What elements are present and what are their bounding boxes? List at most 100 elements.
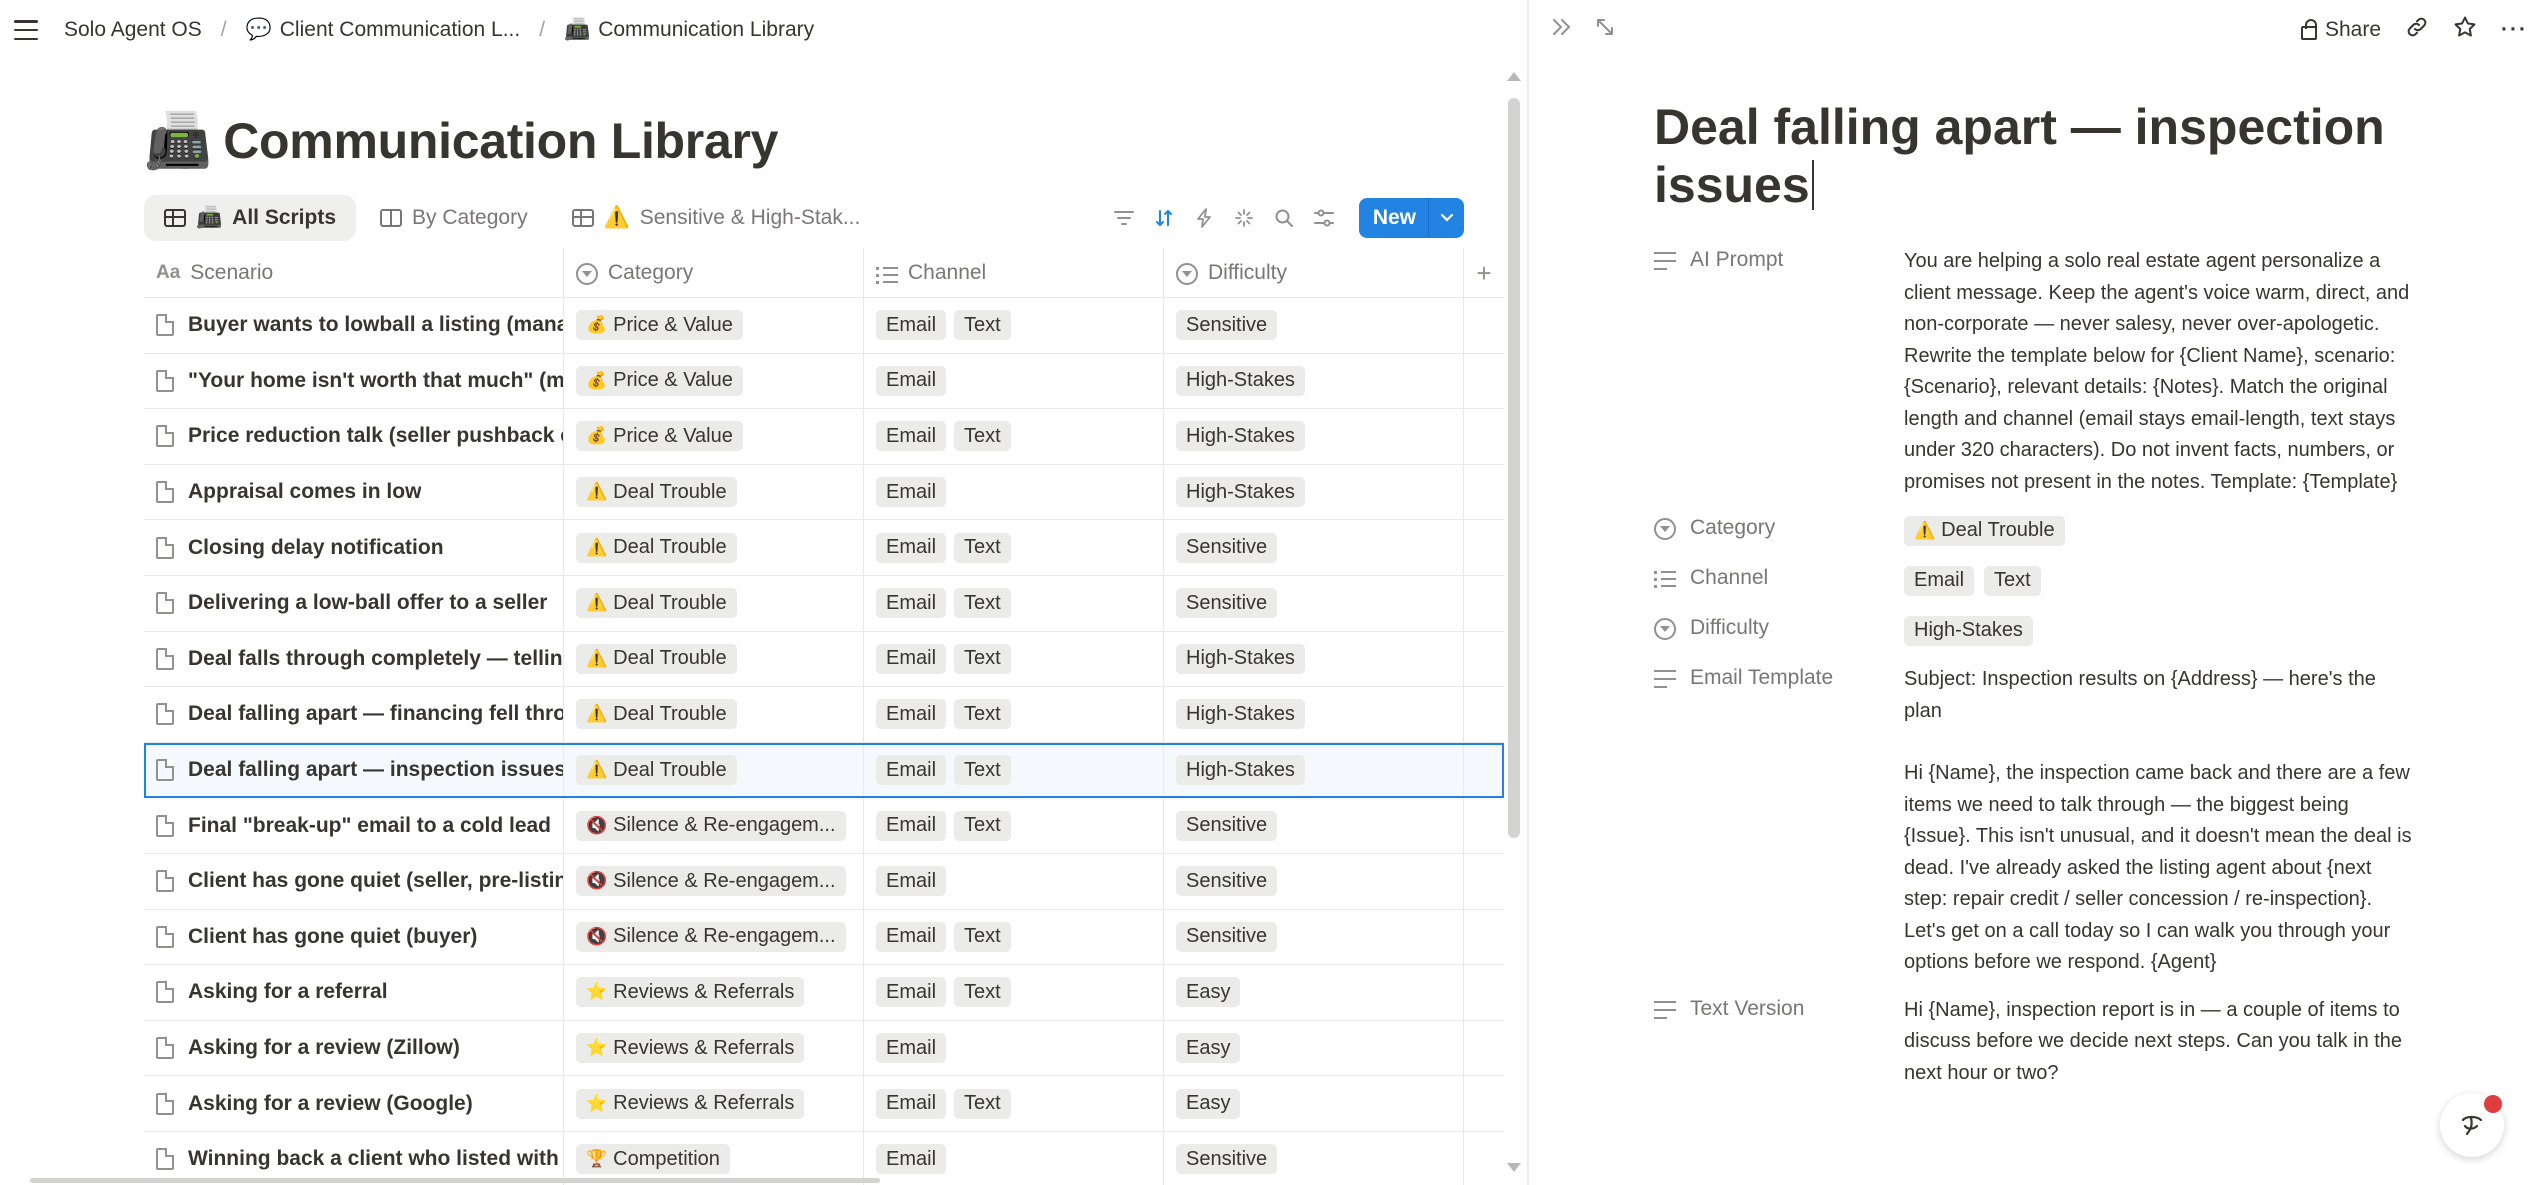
cell-category[interactable]: ⭐ Reviews & Referrals: [564, 1076, 864, 1131]
cell-scenario[interactable]: Delivering a low-ball offer to a seller: [144, 575, 564, 631]
scenario-name[interactable]: Deal falling apart — financing fell thro…: [188, 702, 563, 726]
cell-channel[interactable]: Email: [864, 464, 1164, 520]
cell-scenario[interactable]: Client has gone quiet (buyer): [144, 909, 564, 965]
cell-difficulty[interactable]: Sensitive: [1164, 575, 1464, 631]
cell-scenario[interactable]: Deal falls through completely — telling: [144, 631, 564, 687]
property-label[interactable]: Email Template: [1690, 666, 1833, 690]
scroll-up-arrow-icon[interactable]: [1507, 72, 1521, 81]
cell-category[interactable]: ⚠️ Deal Trouble: [564, 687, 864, 742]
cell-scenario[interactable]: "Your home isn't worth that much" (ma: [144, 353, 564, 409]
email-subject[interactable]: Subject: Inspection results on {Address}…: [1904, 664, 2414, 727]
scenario-name[interactable]: Delivering a low-ball offer to a seller: [188, 591, 547, 615]
cell-channel[interactable]: Email Text: [864, 1076, 1164, 1131]
column-header-channel[interactable]: Channel: [864, 247, 1164, 298]
new-button-label[interactable]: New: [1359, 198, 1428, 238]
scenario-name[interactable]: Winning back a client who listed with a: [188, 1147, 563, 1171]
scenario-name[interactable]: Client has gone quiet (seller, pre-listi…: [188, 869, 563, 893]
cell-scenario[interactable]: Client has gone quiet (seller, pre-listi…: [144, 853, 564, 909]
sparkle-ai-icon[interactable]: [1227, 201, 1261, 235]
tab-all-scripts[interactable]: 📠 All Scripts: [144, 195, 357, 241]
cell-difficulty[interactable]: Easy: [1164, 1020, 1464, 1076]
property-value-ai-prompt[interactable]: You are helping a solo real estate agent…: [1904, 246, 2414, 498]
cell-scenario[interactable]: Price reduction talk (seller pushback ex: [144, 409, 564, 464]
table-row[interactable]: Buyer wants to lowball a listing (managi…: [144, 298, 1504, 354]
cell-scenario[interactable]: Asking for a review (Zillow): [144, 1020, 564, 1076]
scenario-name[interactable]: Asking for a referral: [188, 980, 388, 1004]
more-options-icon[interactable]: ···: [2501, 18, 2528, 42]
scenario-name[interactable]: Final "break-up" email to a cold lead: [188, 814, 551, 838]
property-value-email-template[interactable]: Subject: Inspection results on {Address}…: [1904, 664, 2414, 979]
cell-category[interactable]: 💰 Price & Value: [564, 298, 864, 353]
cell-channel[interactable]: Email Text: [864, 631, 1164, 687]
settings-sliders-icon[interactable]: [1307, 201, 1341, 235]
cell-difficulty[interactable]: Sensitive: [1164, 298, 1464, 353]
cell-difficulty[interactable]: Sensitive: [1164, 798, 1464, 853]
table-row[interactable]: Client has gone quiet (buyer) 🔇 Silence &…: [144, 909, 1504, 966]
cell-channel[interactable]: Email Text: [864, 742, 1164, 798]
cell-difficulty[interactable]: High-Stakes: [1164, 687, 1464, 742]
chevron-down-icon[interactable]: [1428, 198, 1464, 238]
table-row[interactable]: Closing delay notification ⚠️ Deal Troubl…: [144, 520, 1504, 576]
fax-machine-icon[interactable]: 📠: [144, 112, 211, 170]
email-body[interactable]: Hi {Name}, the inspection came back and …: [1904, 758, 2414, 979]
table-row[interactable]: Client has gone quiet (seller, pre-listi…: [144, 853, 1504, 910]
tab-sensitive-high-stakes[interactable]: ⚠️ Sensitive & High-Stak...: [552, 195, 881, 241]
table-row[interactable]: Appraisal comes in low ⚠️ Deal Trouble Em…: [144, 464, 1504, 521]
cell-scenario[interactable]: Closing delay notification: [144, 520, 564, 575]
cell-category[interactable]: 🔇 Silence & Re-engagem...: [564, 909, 864, 965]
table-row[interactable]: "Your home isn't worth that much" (ma 💰 P…: [144, 353, 1504, 410]
property-value-text-version[interactable]: Hi {Name}, inspection report is in — a c…: [1904, 995, 2414, 1090]
cell-channel[interactable]: Email Text: [864, 687, 1164, 742]
property-label[interactable]: Category: [1690, 516, 1775, 540]
cell-category[interactable]: 🔇 Silence & Re-engagem...: [564, 798, 864, 853]
cell-category[interactable]: ⚠️ Deal Trouble: [564, 575, 864, 631]
scenario-name[interactable]: Appraisal comes in low: [188, 480, 421, 504]
sort-icon[interactable]: [1147, 201, 1181, 235]
cell-difficulty[interactable]: Sensitive: [1164, 853, 1464, 909]
cell-difficulty[interactable]: High-Stakes: [1164, 409, 1464, 464]
cell-channel[interactable]: Email Text: [864, 520, 1164, 575]
cell-channel[interactable]: Email: [864, 1131, 1164, 1185]
cell-difficulty[interactable]: High-Stakes: [1164, 631, 1464, 687]
column-header-difficulty[interactable]: Difficulty: [1164, 247, 1464, 298]
star-icon[interactable]: [2453, 15, 2477, 45]
table-row[interactable]: Deal falling apart — financing fell thro…: [144, 687, 1504, 743]
cell-channel[interactable]: Email: [864, 353, 1164, 409]
cell-category[interactable]: 💰 Price & Value: [564, 353, 864, 409]
breadcrumb-parent[interactable]: Client Communication L...: [280, 18, 520, 42]
cell-scenario[interactable]: Asking for a referral: [144, 965, 564, 1020]
expand-icon[interactable]: [1595, 17, 1615, 43]
cell-difficulty[interactable]: Easy: [1164, 1076, 1464, 1131]
property-value-category[interactable]: ⚠️ Deal Trouble: [1904, 514, 2414, 548]
scenario-name[interactable]: Client has gone quiet (buyer): [188, 925, 477, 949]
cell-difficulty[interactable]: High-Stakes: [1164, 353, 1464, 409]
tab-by-category[interactable]: By Category: [360, 195, 548, 241]
cell-channel[interactable]: Email Text: [864, 409, 1164, 464]
cell-category[interactable]: ⚠️ Deal Trouble: [564, 631, 864, 687]
ai-assistant-button[interactable]: [2440, 1093, 2504, 1157]
peek-page-title[interactable]: Deal falling apart — inspection issues: [1654, 98, 2474, 214]
scroll-down-arrow-icon[interactable]: [1507, 1163, 1521, 1172]
cell-difficulty[interactable]: Sensitive: [1164, 909, 1464, 965]
menu-icon[interactable]: [14, 20, 38, 40]
breadcrumb-workspace[interactable]: Solo Agent OS: [64, 18, 202, 42]
breadcrumb-current[interactable]: Communication Library: [598, 18, 814, 42]
scenario-name[interactable]: Asking for a review (Zillow): [188, 1036, 460, 1060]
scenario-name[interactable]: "Your home isn't worth that much" (ma: [188, 369, 563, 393]
column-header-category[interactable]: Category: [564, 247, 864, 298]
scenario-name[interactable]: Price reduction talk (seller pushback ex: [188, 424, 563, 448]
column-header-scenario[interactable]: Aa Scenario: [144, 247, 564, 298]
collapse-panel-icon[interactable]: [1551, 17, 1573, 43]
new-button[interactable]: New: [1358, 198, 1464, 238]
vertical-scrollbar[interactable]: [1504, 72, 1522, 1172]
property-value-difficulty[interactable]: High-Stakes: [1904, 614, 2414, 648]
property-label[interactable]: Channel: [1690, 566, 1768, 590]
table-row[interactable]: Asking for a review (Google) ⭐ Reviews & …: [144, 1076, 1504, 1132]
cell-difficulty[interactable]: High-Stakes: [1164, 464, 1464, 520]
link-icon[interactable]: [2405, 15, 2429, 45]
title-text[interactable]: Deal falling apart — inspection issues: [1654, 99, 2385, 213]
scenario-name[interactable]: Buyer wants to lowball a listing (managi: [188, 313, 563, 337]
filter-icon[interactable]: [1107, 201, 1141, 235]
cell-channel[interactable]: Email Text: [864, 965, 1164, 1020]
cell-difficulty[interactable]: Easy: [1164, 965, 1464, 1020]
